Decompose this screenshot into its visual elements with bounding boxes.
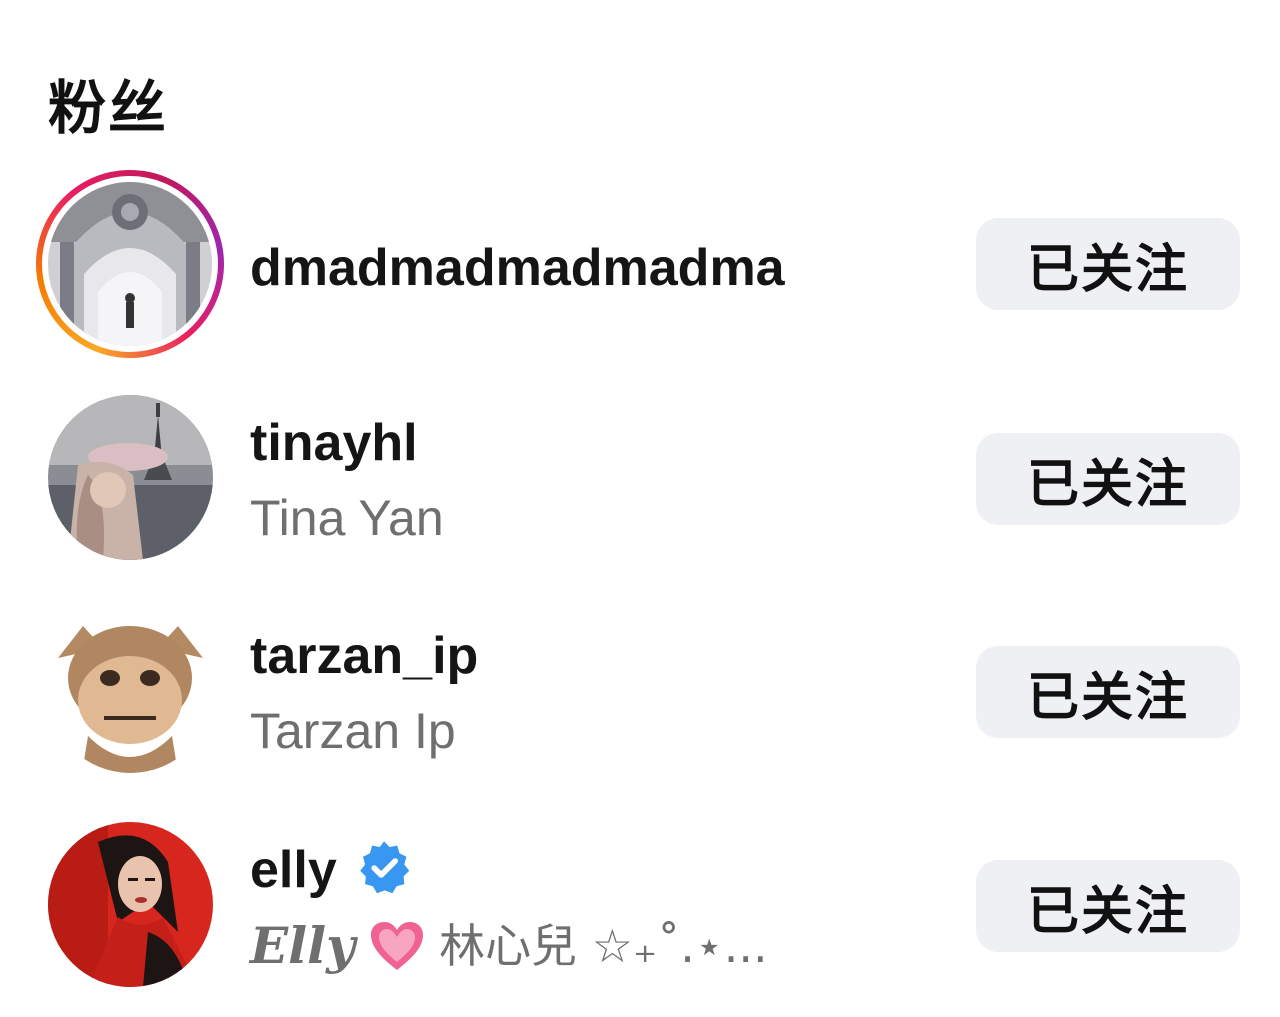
woman-red-photo-avatar[interactable] (48, 822, 213, 987)
follower-row[interactable]: dmadmadmadmadma 已关注 (0, 170, 1280, 360)
following-button[interactable]: 已关注 (976, 218, 1240, 310)
story-ring[interactable] (36, 170, 224, 358)
follower-row[interactable]: tinayhl Tina Yan 已关注 (0, 395, 1280, 565)
full-name: Tina Yan (250, 490, 444, 546)
full-name-script: Elly (250, 916, 356, 975)
verified-badge-icon (360, 841, 410, 894)
following-button[interactable]: 已关注 (976, 646, 1240, 738)
following-button[interactable]: 已关注 (976, 433, 1240, 525)
username-text[interactable]: elly (250, 841, 337, 899)
username[interactable]: tarzan_ip (250, 630, 478, 682)
follower-row[interactable]: tarzan_ip Tarzan Ip 已关注 (0, 608, 1280, 778)
pink-heart-icon (371, 922, 424, 970)
full-name-rest: 林心兒 ☆₊˚.⋆... (439, 919, 768, 973)
username[interactable]: dmadmadmadmadma (250, 242, 785, 294)
username[interactable]: tinayhl (250, 417, 418, 469)
username[interactable]: elly (250, 844, 337, 896)
follower-row[interactable]: elly Elly 林心兒 ☆₊˚.⋆... 已关注 (0, 822, 1280, 992)
paris-photo-avatar[interactable] (48, 395, 213, 560)
cathedral-photo-avatar[interactable] (48, 182, 212, 346)
full-name: Tarzan Ip (250, 703, 456, 759)
following-button[interactable]: 已关注 (976, 860, 1240, 952)
monkey-avatar[interactable] (48, 608, 213, 773)
full-name: Elly 林心兒 ☆₊˚.⋆... (250, 920, 768, 972)
page-title: 粉丝 (48, 73, 169, 142)
